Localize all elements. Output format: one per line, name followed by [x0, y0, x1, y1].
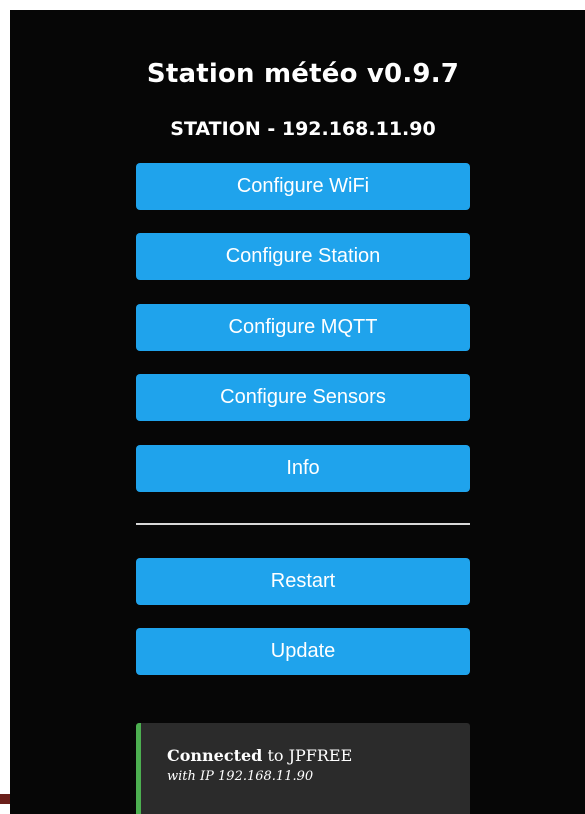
configure-station-button[interactable]: Configure Station [136, 233, 470, 280]
device-subtitle: STATION - 192.168.11.90 [170, 118, 436, 140]
page-title: Station météo v0.9.7 [146, 59, 460, 89]
connection-status-line: Connected to JPFREE [167, 745, 470, 767]
update-button[interactable]: Update [136, 628, 470, 675]
window-edge-mark [0, 794, 10, 804]
connected-network: to JPFREE [262, 746, 353, 765]
connected-label: Connected [167, 746, 263, 765]
browser-viewport: Station météo v0.9.7 STATION - 192.168.1… [10, 10, 585, 814]
connection-status-box: Connected to JPFREE with IP 192.168.11.9… [136, 723, 470, 814]
configure-mqtt-button[interactable]: Configure MQTT [136, 304, 470, 351]
configure-wifi-button[interactable]: Configure WiFi [136, 163, 470, 210]
configure-sensors-button[interactable]: Configure Sensors [136, 374, 470, 421]
restart-button[interactable]: Restart [136, 558, 470, 605]
info-button[interactable]: Info [136, 445, 470, 492]
connection-ip: with IP 192.168.11.90 [167, 769, 314, 784]
menu-divider [136, 523, 470, 525]
